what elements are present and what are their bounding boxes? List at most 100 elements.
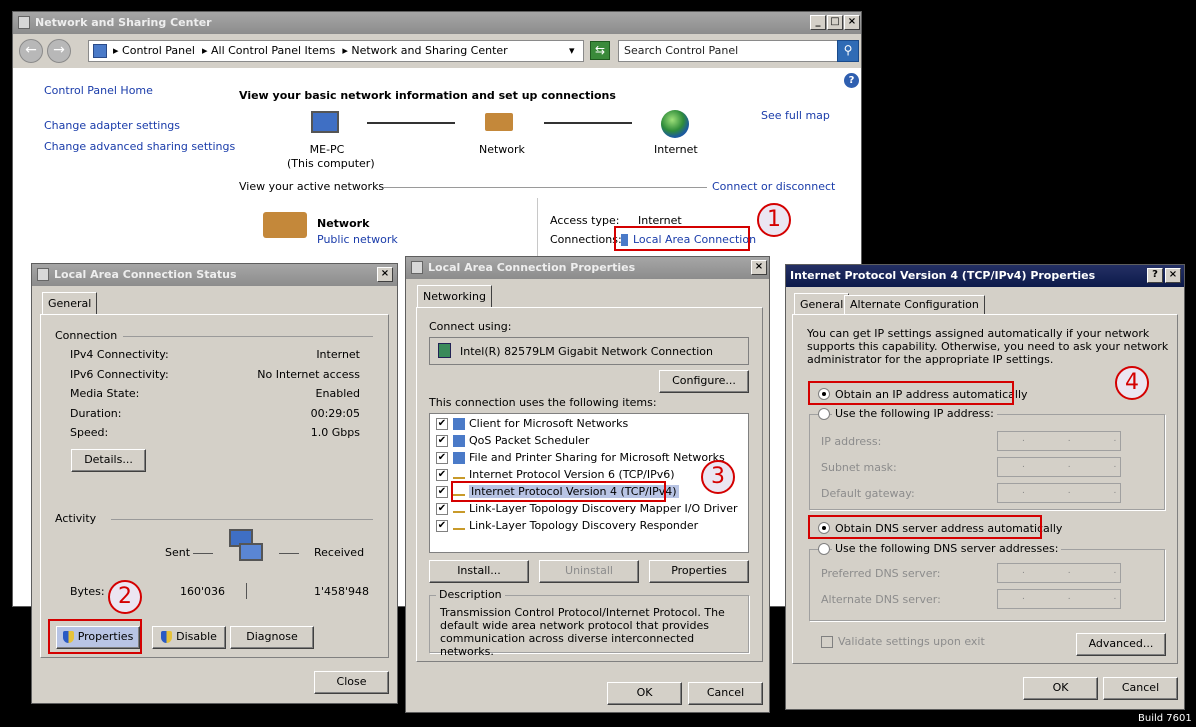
checkbox[interactable]: ✔ <box>436 435 448 447</box>
close-button[interactable]: × <box>751 260 767 275</box>
breadcrumb-nsc[interactable]: Network and Sharing Center <box>351 44 507 57</box>
use-following-dns-label[interactable]: Use the following DNS server addresses: <box>832 542 1062 555</box>
install-button[interactable]: Install... <box>429 560 529 583</box>
annotation-box-3 <box>451 481 666 502</box>
ipv4-cancel-button[interactable]: Cancel <box>1103 677 1178 700</box>
list-item[interactable]: ✔ Internet Protocol Version 6 (TCP/IPv6) <box>436 468 675 481</box>
annotation-box-2 <box>48 619 142 654</box>
ip-address-label: IP address: <box>821 435 882 448</box>
close-button[interactable]: × <box>844 15 860 30</box>
map-internet-label: Internet <box>654 143 698 156</box>
media-state-value: Enabled <box>315 387 360 400</box>
status-titlebar: Local Area Connection Status <box>32 264 397 286</box>
list-item[interactable]: ✔ Link-Layer Topology Discovery Responder <box>436 519 698 532</box>
activity-section-title: Activity <box>55 512 97 525</box>
item-label: Link-Layer Topology Discovery Responder <box>469 519 699 532</box>
tab-networking[interactable]: Networking <box>417 285 492 308</box>
checkbox[interactable]: ✔ <box>436 520 448 532</box>
preferred-dns-input[interactable]: . . . <box>997 563 1121 583</box>
validate-label: Validate settings upon exit <box>838 635 985 648</box>
checkbox[interactable]: ✔ <box>436 503 448 515</box>
maximize-button[interactable]: □ <box>827 15 843 30</box>
item-properties-button[interactable]: Properties <box>649 560 749 583</box>
address-dropdown-icon[interactable]: ▾ <box>569 44 575 57</box>
address-bar[interactable]: ▸ Control Panel ▸ All Control Panel Item… <box>88 40 584 62</box>
checkbox[interactable]: ✔ <box>436 486 448 498</box>
tab-general[interactable]: General <box>42 292 98 315</box>
shield-icon <box>161 631 173 643</box>
search-input[interactable]: Search Control Panel <box>618 40 838 62</box>
list-item[interactable]: ✔ Client for Microsoft Networks <box>436 417 628 430</box>
item-label: QoS Packet Scheduler <box>469 434 590 447</box>
checkbox[interactable]: ✔ <box>436 469 448 481</box>
annotation-box-4b <box>808 515 1042 539</box>
sidebar-item-control-panel-home[interactable]: Control Panel Home <box>44 84 153 97</box>
list-item[interactable]: ✔ Link-Layer Topology Discovery Mapper I/… <box>436 502 738 515</box>
tab-networking-label: Networking <box>423 290 486 303</box>
default-gateway-input[interactable]: . . . <box>997 483 1121 503</box>
subnet-mask-label: Subnet mask: <box>821 461 897 474</box>
adapter-icon <box>438 343 451 358</box>
uninstall-button[interactable]: Uninstall <box>539 560 639 583</box>
list-item[interactable]: ✔ QoS Packet Scheduler <box>436 434 589 447</box>
intro-text: You can get IP settings assigned automat… <box>807 327 1169 366</box>
tab-general[interactable]: General <box>794 293 850 316</box>
properties-cancel-button[interactable]: Cancel <box>688 682 763 705</box>
use-following-ip-label[interactable]: Use the following IP address: <box>832 407 997 420</box>
annotation-circle-3: 3 <box>701 460 735 494</box>
connection-separator <box>123 336 373 337</box>
ip-address-input[interactable]: . . . <box>997 431 1121 451</box>
help-icon[interactable]: ? <box>844 73 859 88</box>
connect-or-disconnect-link[interactable]: Connect or disconnect <box>712 180 835 193</box>
vertical-divider <box>537 198 538 258</box>
subnet-mask-input[interactable]: . . . <box>997 457 1121 477</box>
static-ip-group: Use the following IP address: IP address… <box>809 407 1165 510</box>
status-tab-body: Connection IPv4 Connectivity: Internet I… <box>40 314 389 658</box>
tab-alternate-configuration[interactable]: Alternate Configuration <box>844 295 985 315</box>
diagnose-button[interactable]: Diagnose <box>230 626 314 649</box>
advanced-button[interactable]: Advanced... <box>1076 633 1166 656</box>
preferred-dns-label: Preferred DNS server: <box>821 567 941 580</box>
validate-checkbox[interactable] <box>821 636 833 648</box>
duration-label: Duration: <box>70 407 122 420</box>
forward-button[interactable]: → <box>47 39 71 63</box>
ipv4-title: Internet Protocol Version 4 (TCP/IPv4) P… <box>790 269 1096 282</box>
details-button[interactable]: Details... <box>71 449 146 472</box>
bench-icon <box>485 113 513 131</box>
nsc-titlebar: Network and Sharing Center <box>13 12 861 34</box>
sidebar-item-advanced-sharing[interactable]: Change advanced sharing settings <box>44 140 235 153</box>
map-computer-sub: (This computer) <box>287 157 375 170</box>
network-type-link[interactable]: Public network <box>317 233 398 246</box>
sidebar-item-change-adapter[interactable]: Change adapter settings <box>44 119 180 132</box>
validate-checkbox-row[interactable]: Validate settings upon exit <box>821 635 985 648</box>
use-following-dns-radio[interactable] <box>818 543 830 555</box>
refresh-button[interactable]: ⇆ <box>590 41 610 60</box>
minimize-button[interactable]: _ <box>810 15 826 30</box>
active-networks-label: View your active networks <box>239 180 385 193</box>
ipv6-connectivity-label: IPv6 Connectivity: <box>70 368 169 381</box>
breadcrumb-control-panel[interactable]: Control Panel <box>122 44 195 57</box>
list-item[interactable]: ✔ File and Printer Sharing for Microsoft … <box>436 451 725 464</box>
ipv4-ok-button[interactable]: OK <box>1023 677 1098 700</box>
adapter-field: Intel(R) 82579LM Gigabit Network Connect… <box>429 337 749 365</box>
search-button[interactable]: ⚲ <box>837 40 859 62</box>
close-button[interactable]: × <box>377 267 393 282</box>
configure-button[interactable]: Configure... <box>659 370 749 393</box>
checkbox[interactable]: ✔ <box>436 418 448 430</box>
back-button[interactable]: ← <box>19 39 43 63</box>
properties-title: Local Area Connection Properties <box>428 261 636 274</box>
static-dns-group: Use the following DNS server addresses: … <box>809 542 1165 621</box>
duration-value: 00:29:05 <box>310 407 360 420</box>
see-full-map-link[interactable]: See full map <box>761 109 830 122</box>
close-button[interactable]: × <box>1165 268 1181 283</box>
disable-button[interactable]: Disable <box>152 626 226 649</box>
breadcrumb-all-items[interactable]: All Control Panel Items <box>211 44 335 57</box>
use-following-ip-radio[interactable] <box>818 408 830 420</box>
alternate-dns-input[interactable]: . . . <box>997 589 1121 609</box>
status-close-button[interactable]: Close <box>314 671 389 694</box>
computer-icon <box>311 111 339 133</box>
bench-icon-large <box>263 212 307 238</box>
help-button[interactable]: ? <box>1147 268 1163 283</box>
checkbox[interactable]: ✔ <box>436 452 448 464</box>
properties-ok-button[interactable]: OK <box>607 682 682 705</box>
